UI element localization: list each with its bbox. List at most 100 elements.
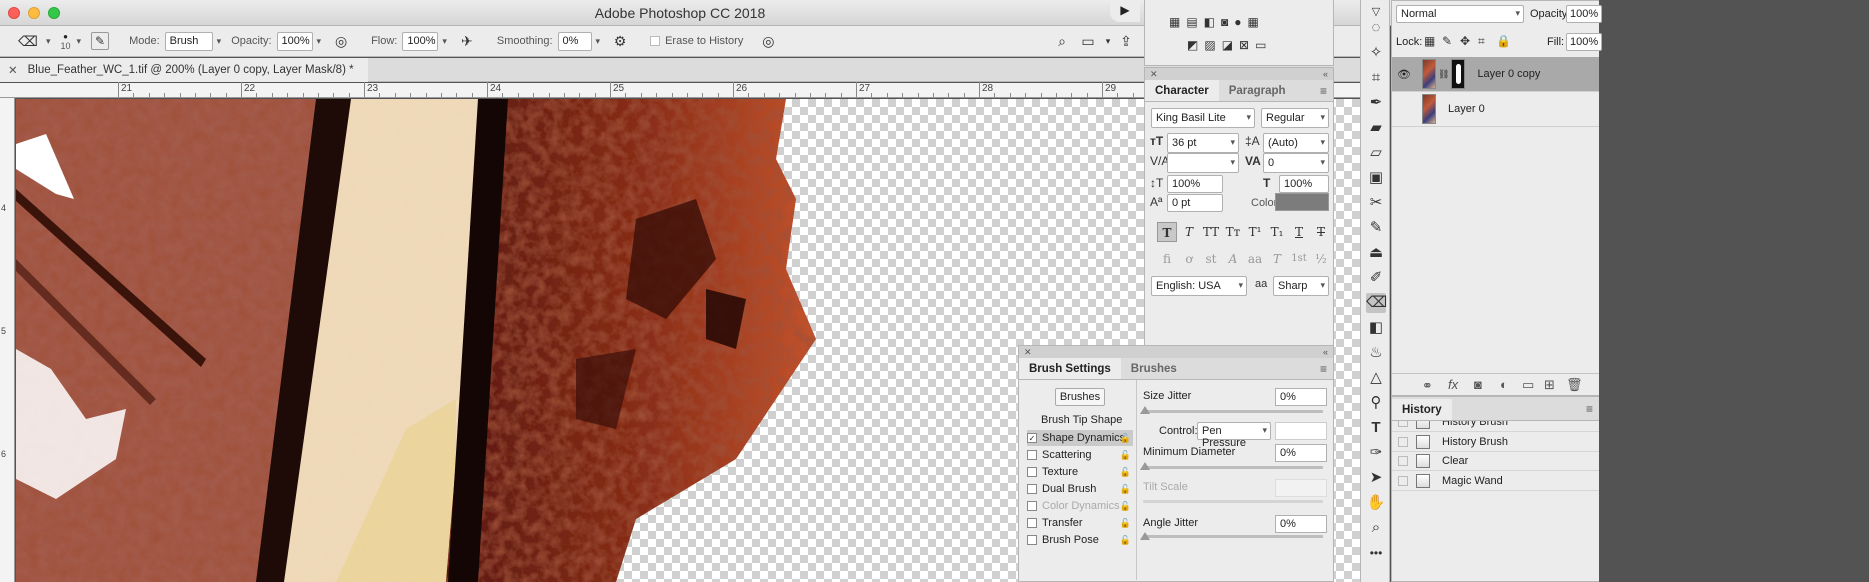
blur-tool-icon[interactable]: ♨: [1366, 343, 1386, 363]
minimum-diameter-input[interactable]: 0%: [1275, 444, 1327, 462]
stamp-tool-icon[interactable]: ⏏: [1366, 243, 1386, 263]
leading-select[interactable]: (Auto) ▾: [1263, 133, 1329, 153]
flow-chevron-icon[interactable]: ▾: [442, 36, 447, 47]
history-source-checkbox[interactable]: [1398, 421, 1408, 427]
brush-settings-item-checkbox[interactable]: [1027, 484, 1037, 494]
smoothing-chevron-icon[interactable]: ▾: [596, 36, 601, 47]
chevron-down-icon[interactable]: ▾: [46, 36, 51, 47]
smoothing-input[interactable]: 0%: [557, 31, 592, 51]
history-item[interactable]: History Brush: [1392, 421, 1599, 432]
link-layers-icon[interactable]: ⚭: [1422, 378, 1433, 394]
history-menu-icon[interactable]: ≡: [1586, 402, 1593, 416]
lasso-tool-icon[interactable]: ◌: [1366, 18, 1386, 38]
horizontal-scale-input[interactable]: 100%: [1279, 175, 1329, 193]
mode-chevron-icon[interactable]: ▾: [217, 36, 222, 47]
baseline-shift-input[interactable]: 0 pt: [1167, 194, 1223, 212]
small-caps-button[interactable]: Tт: [1223, 222, 1243, 242]
all-caps-button[interactable]: TT: [1201, 222, 1221, 242]
size-jitter-input[interactable]: 0%: [1275, 388, 1327, 406]
type-tool-icon[interactable]: T: [1366, 418, 1386, 438]
history-brush-tool-icon[interactable]: ✐: [1366, 268, 1386, 288]
layer-mask-thumbnail[interactable]: [1451, 59, 1466, 89]
superscript-button[interactable]: T¹: [1245, 222, 1265, 242]
subscript-button[interactable]: T₁: [1267, 222, 1287, 242]
lock-pixels-icon[interactable]: ✎: [1442, 34, 1452, 48]
brush-preset-picker[interactable]: ● 10: [61, 32, 71, 51]
faux-italic-button[interactable]: T: [1179, 222, 1199, 242]
lock-position-icon[interactable]: ✥: [1460, 34, 1470, 48]
lock-transparency-icon[interactable]: ▦: [1424, 34, 1435, 48]
size-jitter-slider-thumb[interactable]: [1140, 406, 1150, 414]
path-selection-tool-icon[interactable]: ➤: [1366, 468, 1386, 488]
brush-settings-item-checkbox[interactable]: [1027, 450, 1037, 460]
angle-jitter-slider-thumb[interactable]: [1140, 532, 1150, 540]
minimum-diameter-slider[interactable]: [1143, 466, 1323, 469]
brush-settings-item-checkbox[interactable]: [1027, 467, 1037, 477]
blend-mode-select[interactable]: Normal ▾: [1396, 5, 1524, 23]
layer-name[interactable]: Layer 0 copy: [1477, 68, 1540, 80]
swash-button[interactable]: A: [1223, 249, 1243, 269]
more-icon[interactable]: •••: [1366, 543, 1386, 563]
vertical-ruler[interactable]: 4 5 6: [0, 98, 15, 582]
history-item[interactable]: Clear: [1392, 452, 1599, 471]
stylistic-alternates-button[interactable]: aa: [1245, 249, 1265, 269]
collapse-icon[interactable]: «: [1323, 68, 1328, 80]
gradient-map-icon[interactable]: ▭: [1255, 38, 1266, 52]
half-square-icon[interactable]: ◧: [1204, 15, 1215, 29]
bandage-tool-icon[interactable]: ▱: [1366, 143, 1386, 163]
delete-layer-icon[interactable]: 🗑: [1566, 377, 1583, 393]
tracking-select[interactable]: 0 ▾: [1263, 153, 1329, 173]
gradient-tool-icon[interactable]: ◧: [1366, 318, 1386, 338]
lock-icon[interactable]: 🔓: [1120, 450, 1131, 461]
workspace-chevron-icon[interactable]: ▾: [1098, 31, 1118, 51]
gear-icon[interactable]: ⚙: [610, 31, 630, 51]
layer-row[interactable]: 👁 ⛓ Layer 0 copy: [1392, 57, 1599, 92]
grid-icon[interactable]: ▦: [1169, 15, 1180, 29]
ruler-tool-icon[interactable]: ▰: [1366, 118, 1386, 138]
new-layer-icon[interactable]: ⊞: [1544, 377, 1555, 393]
share-icon[interactable]: ⇪: [1116, 31, 1136, 51]
history-source-checkbox[interactable]: [1398, 475, 1408, 486]
eraser-tool-icon[interactable]: ⌫: [1366, 293, 1387, 313]
camera-icon[interactable]: ◙: [1221, 15, 1228, 29]
erase-to-history-checkbox[interactable]: [650, 36, 661, 46]
brush-panel-menu-icon[interactable]: ≡: [1320, 362, 1327, 376]
brush-settings-item-checkbox[interactable]: [1027, 518, 1037, 528]
angle-jitter-input[interactable]: 0%: [1275, 515, 1327, 533]
font-family-select[interactable]: King Basil Lite ▾: [1151, 108, 1255, 128]
font-size-select[interactable]: 36 pt ▾: [1167, 133, 1239, 153]
underline-button[interactable]: T: [1289, 222, 1309, 242]
pressure-opacity-icon[interactable]: ◎: [331, 31, 351, 51]
layer-thumbnail[interactable]: [1422, 94, 1436, 124]
brush-settings-item[interactable]: Texture 🔓: [1027, 464, 1133, 480]
brush-settings-item-checkbox[interactable]: [1027, 501, 1037, 511]
history-source-checkbox[interactable]: [1398, 436, 1408, 447]
pen-tool-icon[interactable]: ✑: [1366, 443, 1386, 463]
lock-icon[interactable]: 🔓: [1120, 501, 1131, 512]
brush-settings-item-checkbox[interactable]: ✓: [1027, 433, 1037, 443]
titling-button[interactable]: T: [1267, 249, 1287, 269]
adjustment-layer-icon[interactable]: ◐: [1500, 377, 1508, 392]
posterize-icon[interactable]: ▨: [1204, 38, 1215, 52]
brush-preset-chevron-icon[interactable]: ▾: [77, 36, 82, 47]
sphere-icon[interactable]: ●: [1234, 15, 1241, 29]
lock-icon[interactable]: 🔓: [1120, 433, 1131, 444]
dodge-tool-icon[interactable]: ⚲: [1366, 393, 1386, 413]
discretionary-ligatures-button[interactable]: st: [1201, 249, 1221, 269]
add-mask-icon[interactable]: ◙: [1474, 377, 1482, 392]
mode-select[interactable]: Brush: [164, 31, 213, 51]
font-style-select[interactable]: Regular ▾: [1261, 108, 1329, 128]
invert-icon[interactable]: ◩: [1187, 38, 1198, 52]
language-select[interactable]: English: USA ▾: [1151, 276, 1247, 296]
ordinals-button[interactable]: 1st: [1289, 249, 1309, 269]
eye-icon[interactable]: 👁: [1394, 68, 1414, 81]
crop-tool-icon[interactable]: ⌗: [1366, 68, 1386, 88]
brush-tool-icon[interactable]: ✎: [1366, 218, 1386, 238]
kerning-select[interactable]: ▾: [1167, 153, 1239, 173]
brush-tip-shape-item[interactable]: Brush Tip Shape: [1041, 414, 1122, 426]
eyedropper-tool-icon[interactable]: ✒: [1366, 93, 1386, 113]
control-fade-input[interactable]: [1275, 422, 1327, 440]
close-brush-panel-icon[interactable]: ✕: [1024, 346, 1032, 358]
brush-settings-item[interactable]: ✓ Shape Dynamics 🔓: [1027, 430, 1133, 446]
play-icon[interactable]: ▶: [1110, 0, 1140, 22]
